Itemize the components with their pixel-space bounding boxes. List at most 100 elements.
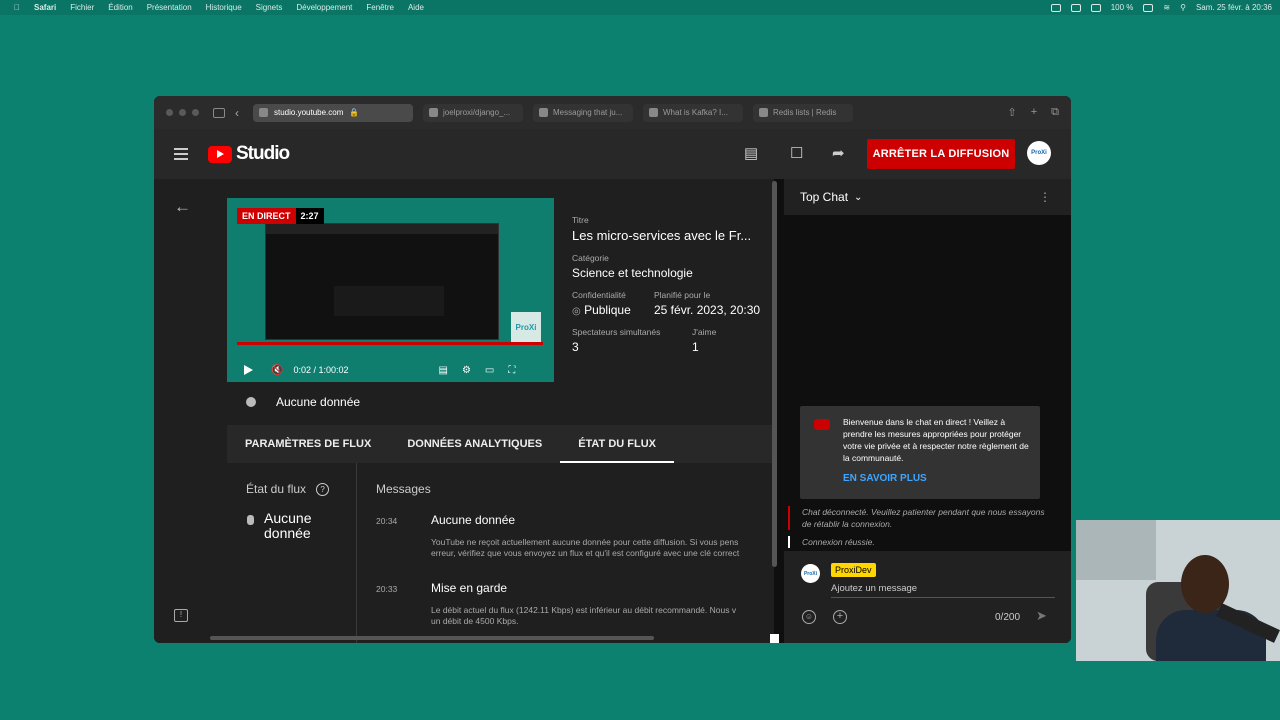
browser-window: ‹ studio.youtube.com 🔒 joelproxi/django_… xyxy=(154,96,1071,643)
share-icon[interactable]: ⇧ xyxy=(1007,106,1016,119)
likes-label: J'aime xyxy=(692,327,717,337)
tab-overview-icon[interactable]: ⧉ xyxy=(1051,106,1059,119)
send-icon[interactable]: ➤ xyxy=(1036,608,1047,624)
back-icon[interactable]: ‹ xyxy=(235,106,239,120)
stream-status-title: État du flux xyxy=(246,482,307,496)
browser-tab[interactable]: Redis lists | Redis xyxy=(753,103,853,122)
horizontal-scrollbar[interactable] xyxy=(210,636,654,640)
new-tab-icon[interactable]: + xyxy=(1031,106,1037,119)
more-options-icon[interactable]: ⋮ xyxy=(1039,190,1051,204)
status-dot-icon xyxy=(246,397,256,407)
github-icon xyxy=(429,108,438,117)
menu-icon[interactable] xyxy=(174,148,188,160)
wifi-icon[interactable]: ≋ xyxy=(1163,3,1170,12)
webcam-thumbnail: ProXi xyxy=(511,312,541,342)
add-icon[interactable]: + xyxy=(833,610,847,624)
player-controls: 🔇 0:02 / 1:00:02 ▤ ⚙ ▭ ⛶ xyxy=(227,358,554,382)
url-bar[interactable]: studio.youtube.com 🔒 xyxy=(253,103,413,122)
fullscreen-icon[interactable]: ⛶ xyxy=(508,365,515,376)
avatar: ProXi xyxy=(801,564,820,583)
sidebar-icon[interactable] xyxy=(213,107,225,118)
title-label: Titre xyxy=(572,215,589,225)
viewers-field: Spectateurs simultanés 3 xyxy=(572,327,692,354)
status-icon[interactable] xyxy=(1070,3,1081,12)
privacy-schedule-row: Confidentialité ◎ Publique Planifié pour… xyxy=(572,290,772,317)
menu-presentation[interactable]: Présentation xyxy=(147,3,192,12)
close-window-button[interactable] xyxy=(166,109,173,116)
message-time: 20:33 xyxy=(376,584,398,594)
chevron-down-icon[interactable]: ⌄ xyxy=(854,192,862,203)
browser-tab[interactable]: Messaging that ju... xyxy=(533,103,633,122)
progress-bar[interactable] xyxy=(237,342,543,345)
browser-tab[interactable]: joelproxi/django_... xyxy=(423,103,523,122)
menu-safari[interactable]: Safari xyxy=(34,3,56,12)
menu-signets[interactable]: Signets xyxy=(256,3,283,12)
tab-stream-health[interactable]: ÉTAT DU FLUX xyxy=(560,425,674,463)
bookmark-icon[interactable]: ☐ xyxy=(790,144,803,162)
back-arrow-icon[interactable]: ← xyxy=(174,197,191,217)
stop-stream-button[interactable]: ARRÊTER LA DIFFUSION xyxy=(867,139,1015,169)
tab-stream-settings[interactable]: PARAMÈTRES DE FLUX xyxy=(227,425,389,463)
likes-field: J'aime 1 xyxy=(692,327,716,354)
video-preview xyxy=(265,223,499,340)
vertical-scrollbar[interactable] xyxy=(772,181,777,567)
chat-message-input[interactable]: Ajoutez un message xyxy=(831,583,1055,598)
play-icon[interactable] xyxy=(244,365,253,375)
stream-status-value: Aucune donnée xyxy=(264,510,312,541)
search-icon[interactable]: ⚲ xyxy=(1180,3,1186,12)
lock-icon: 🔒 xyxy=(349,108,360,117)
avatar[interactable]: ProXi xyxy=(1027,141,1051,165)
stream-health-row: Aucune donnée xyxy=(246,395,360,409)
learn-more-link[interactable]: EN SAVOIR PLUS xyxy=(843,473,927,484)
chat-composer: ProXi ProxiDev Ajoutez un message ☺ + 0/… xyxy=(784,551,1071,643)
message-time: 20:34 xyxy=(376,516,398,526)
privacy-field: Confidentialité ◎ Publique xyxy=(572,290,654,317)
minimize-window-button[interactable] xyxy=(179,109,186,116)
menu-fichier[interactable]: Fichier xyxy=(70,3,94,12)
emoji-icon[interactable]: ☺ xyxy=(802,610,816,624)
video-player[interactable]: ProXi EN DIRECT 2:27 🔇 0:02 / 1:00:02 ▤ … xyxy=(227,198,554,382)
mute-icon[interactable]: 🔇 xyxy=(271,365,283,376)
category-label: Catégorie xyxy=(572,253,609,263)
tab-label: Messaging that ju... xyxy=(553,108,623,117)
menu-historique[interactable]: Historique xyxy=(206,3,242,12)
url-text: studio.youtube.com xyxy=(274,108,344,117)
help-icon[interactable]: ? xyxy=(316,482,330,496)
zoom-window-button[interactable] xyxy=(192,109,199,116)
studio-header: Studio ▤ ☐ ➦ ARRÊTER LA DIFFUSION ProXi xyxy=(154,129,1071,179)
browser-tabbar: ‹ studio.youtube.com 🔒 joelproxi/django_… xyxy=(154,96,1071,129)
scroll-corner xyxy=(770,634,779,643)
status-icon[interactable] xyxy=(1090,3,1101,12)
feedback-icon[interactable]: ! xyxy=(174,609,188,622)
tab-analytics[interactable]: DONNÉES ANALYTIQUES xyxy=(389,425,560,463)
browser-tab[interactable]: What is Kafka? I... xyxy=(643,103,743,122)
cast-icon[interactable]: ▭ xyxy=(485,365,494,376)
message-text: erreur, vérifiez que vous envoyez un flu… xyxy=(431,548,740,558)
chat-mode-dropdown[interactable]: Top Chat xyxy=(800,190,848,204)
favicon-icon xyxy=(759,108,768,117)
youtube-logo-icon xyxy=(814,419,830,430)
status-icon[interactable] xyxy=(1050,3,1061,12)
battery-icon[interactable] xyxy=(1143,3,1154,12)
captions-icon[interactable]: ▤ xyxy=(439,365,448,376)
message-heading: Mise en garde xyxy=(431,581,508,595)
clock[interactable]: Sam. 25 févr. à 20:36 xyxy=(1196,3,1272,12)
menu-edition[interactable]: Édition xyxy=(108,3,132,12)
subtitles-icon[interactable]: ▤ xyxy=(744,144,758,162)
share-icon[interactable]: ➦ xyxy=(832,144,845,162)
menu-fenetre[interactable]: Fenêtre xyxy=(366,3,394,12)
youtube-logo-icon xyxy=(208,145,232,163)
stream-details: Titre Les micro-services avec le Fr... C… xyxy=(572,215,772,354)
menu-developpement[interactable]: Développement xyxy=(296,3,352,12)
tab-label: Redis lists | Redis xyxy=(773,108,837,117)
schedule-field: Planifié pour le 25 févr. 2023, 20:30 xyxy=(654,290,760,317)
char-counter: 0/200 xyxy=(995,612,1021,623)
apple-icon[interactable]:  xyxy=(14,3,20,12)
menu-aide[interactable]: Aide xyxy=(408,3,424,12)
favicon-icon xyxy=(539,108,548,117)
settings-icon[interactable]: ⚙ xyxy=(462,365,471,376)
welcome-text: Bienvenue dans le chat en direct ! Veill… xyxy=(843,417,1029,463)
studio-logo[interactable]: Studio xyxy=(208,143,290,165)
favicon-icon xyxy=(259,108,268,117)
status-dot-icon xyxy=(247,515,254,525)
